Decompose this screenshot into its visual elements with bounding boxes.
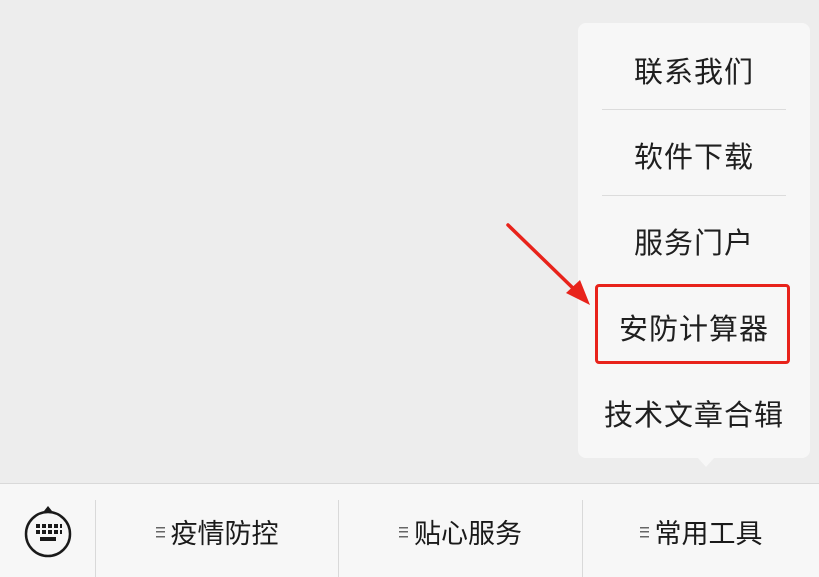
menu-lines-icon: [639, 526, 649, 538]
tab-label: 疫情防控: [170, 518, 279, 550]
menu-item-service-portal[interactable]: 服务门户: [578, 198, 810, 284]
menu-item-software-download[interactable]: 软件下载: [578, 112, 810, 198]
menu-divider: [602, 195, 786, 196]
tab-caring-service[interactable]: 贴心服务: [339, 484, 582, 577]
menu-item-contact-us[interactable]: 联系我们: [578, 27, 810, 113]
tab-epidemic-control[interactable]: 疫情防控: [96, 484, 338, 577]
submenu-popup: 联系我们 软件下载 服务门户 安防计算器 技术文章合辑: [578, 23, 810, 458]
tab-label: 贴心服务: [414, 518, 522, 550]
highlight-box: [595, 284, 790, 364]
menu-lines-icon: [399, 526, 408, 538]
menu-item-label: 软件下载: [633, 140, 754, 174]
menu-item-tech-articles[interactable]: 技术文章合辑: [578, 370, 810, 456]
keyboard-toggle-button[interactable]: [0, 484, 95, 577]
menu-item-label: 服务门户: [633, 226, 754, 260]
menu-lines-icon: [155, 526, 165, 538]
chat-screen: 联系我们 软件下载 服务门户 安防计算器 技术文章合辑 疫情防控 贴心服务 常用…: [0, 0, 819, 577]
menu-item-label: 联系我们: [633, 55, 754, 89]
menu-item-label: 技术文章合辑: [603, 398, 784, 432]
bottom-menu-bar: 疫情防控 贴心服务 常用工具: [0, 483, 819, 577]
tab-label: 常用工具: [654, 518, 763, 550]
popup-pointer: [697, 457, 715, 467]
menu-divider: [602, 109, 786, 110]
keyboard-icon: [24, 506, 71, 558]
tab-common-tools[interactable]: 常用工具: [583, 484, 819, 577]
